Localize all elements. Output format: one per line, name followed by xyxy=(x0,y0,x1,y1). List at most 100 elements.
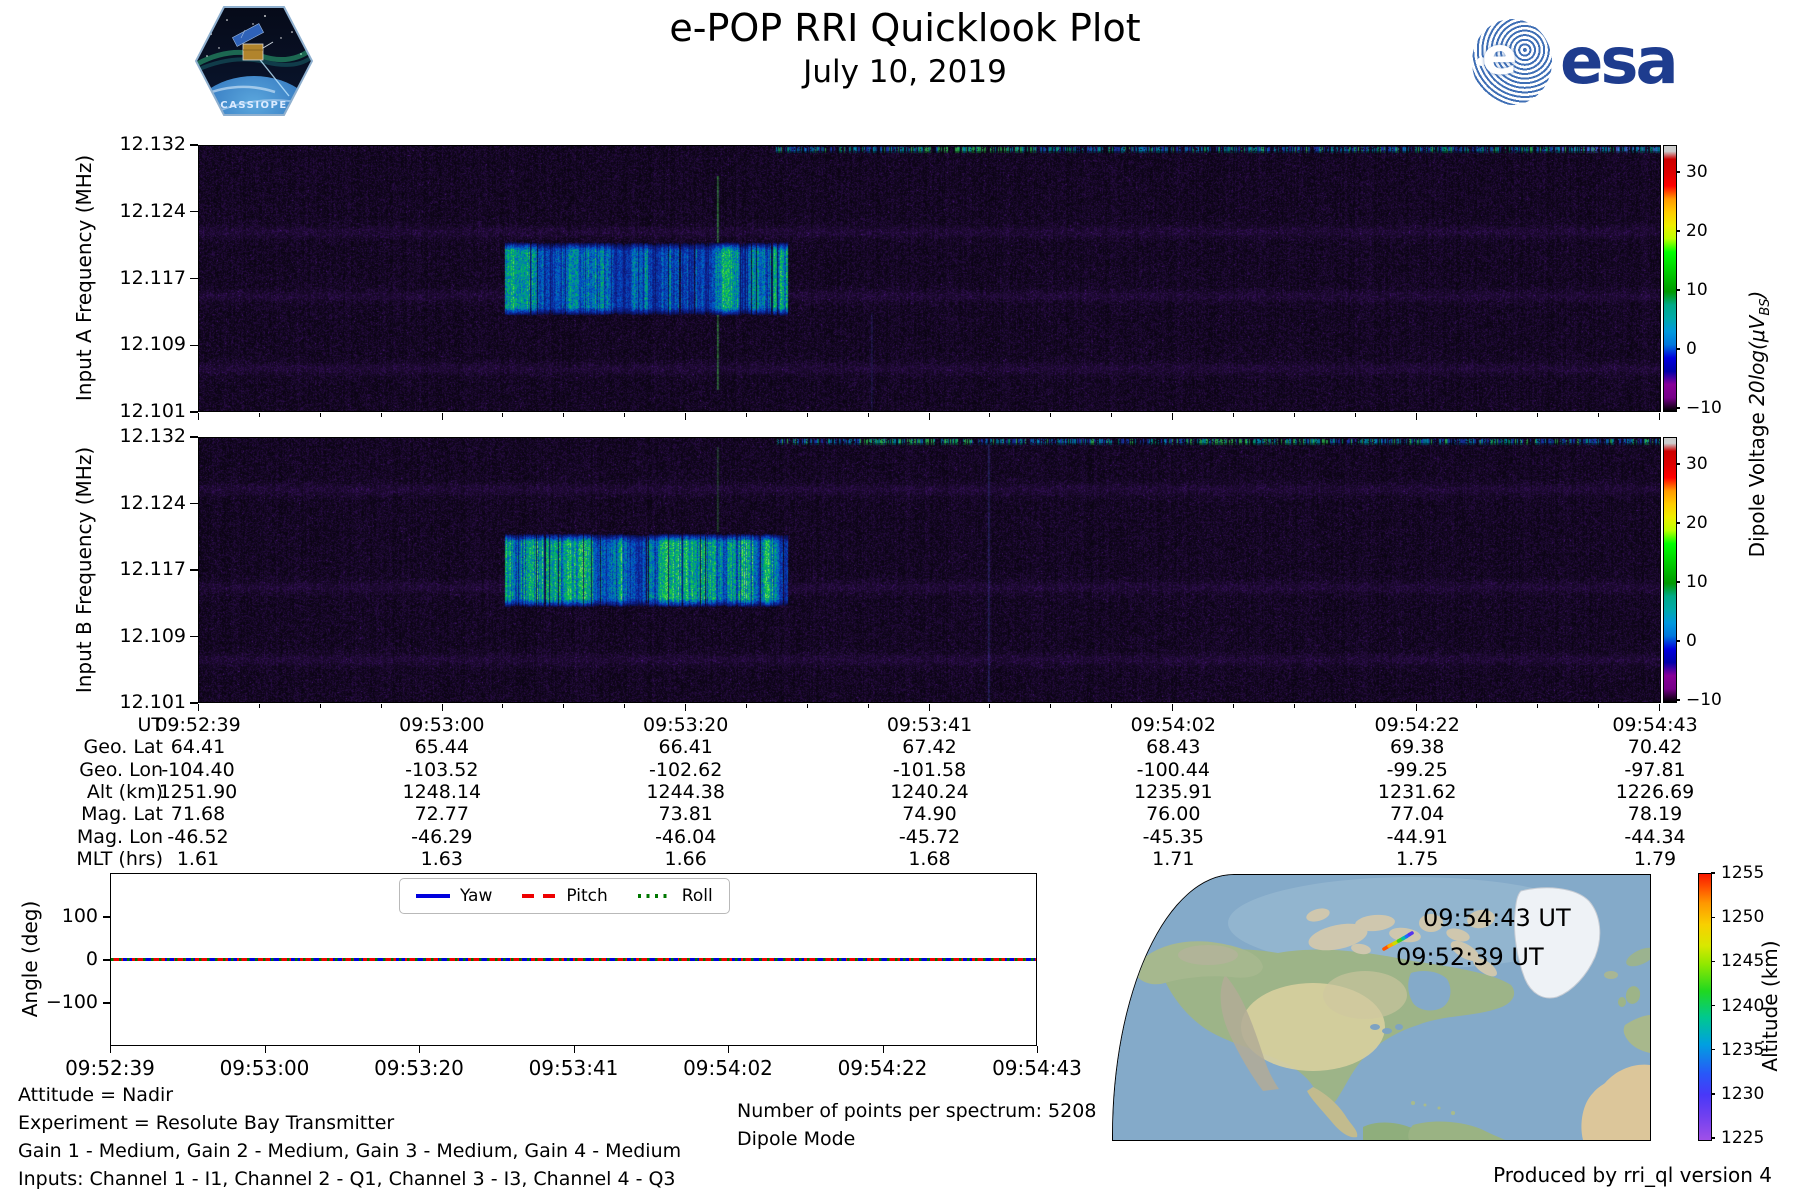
esa-globe-e: e xyxy=(1482,27,1518,87)
ephemeris-value: -99.25 xyxy=(1386,758,1448,781)
ephemeris-value: 1.79 xyxy=(1633,847,1677,870)
time-major-tick xyxy=(1659,704,1661,711)
ephemeris-value: 70.42 xyxy=(1627,736,1683,759)
time-minor-tick xyxy=(319,704,321,708)
ephemeris-value: -101.58 xyxy=(892,758,967,781)
angle-legend: Yaw Pitch Roll xyxy=(399,878,730,914)
spectrogram-input-b-canvas xyxy=(199,438,1660,702)
spectrogram-input-a xyxy=(198,145,1661,412)
time-major-tick xyxy=(441,413,443,420)
dipole-colorbar-label: Dipole Voltage 20log(μVBS) xyxy=(1745,290,1773,558)
colorbar-tick-label: 10 xyxy=(1686,280,1708,300)
patch-mission-name: CASSIOPE xyxy=(220,100,287,111)
ephemeris-value: 1.71 xyxy=(1152,847,1195,870)
time-minor-tick xyxy=(1598,704,1600,708)
time-minor-tick xyxy=(1354,413,1356,417)
altitude-tick-label: 1235 xyxy=(1721,1039,1765,1060)
time-minor-tick xyxy=(258,413,260,417)
ephemeris-value: 09:53:41 xyxy=(886,714,973,736)
altitude-tick-mark xyxy=(1711,960,1715,963)
ephemeris-value: -46.52 xyxy=(167,825,229,848)
angle-x-tick-mark xyxy=(264,1046,266,1053)
freq-tick-label: 12.132 xyxy=(119,425,186,447)
legend-label: Pitch xyxy=(566,886,608,906)
ephemeris-value: -103.52 xyxy=(405,758,479,781)
freq-tick-label: 12.124 xyxy=(119,491,186,514)
map-annotation-start: 09:52:39 UT xyxy=(1396,943,1544,971)
time-minor-tick xyxy=(989,413,991,417)
freq-tick-label: 12.101 xyxy=(119,400,186,422)
quicklook-figure: CASSIOPE e-POP RRI Quicklook Plot July 1… xyxy=(0,0,1800,1200)
freq-tick-mark xyxy=(190,635,198,638)
gains-note: Gain 1 - Medium, Gain 2 - Medium, Gain 3… xyxy=(18,1140,682,1162)
angle-x-tick-mark xyxy=(728,1046,730,1053)
time-minor-tick xyxy=(1232,704,1234,708)
angle-y-tick-mark xyxy=(103,916,110,918)
colorbar-input-b xyxy=(1663,437,1677,703)
colorbar-tick-mark xyxy=(1676,581,1680,583)
altitude-tick-mark xyxy=(1711,1137,1715,1139)
time-major-tick xyxy=(1172,413,1174,420)
ephemeris-value: 76.00 xyxy=(1146,803,1201,826)
time-minor-tick xyxy=(1111,413,1113,417)
time-minor-tick xyxy=(563,413,565,417)
freq-tick-mark xyxy=(190,277,198,280)
ephemeris-value: -100.44 xyxy=(1136,758,1210,781)
freq-tick-mark xyxy=(190,344,198,346)
ephemeris-value: -45.35 xyxy=(1142,825,1204,848)
altitude-tick-label: 1245 xyxy=(1721,951,1765,972)
angle-y-tick-label: −100 xyxy=(45,991,98,1013)
freq-tick-label: 12.109 xyxy=(119,624,186,647)
time-minor-tick xyxy=(745,413,747,417)
ephemeris-value: 71.68 xyxy=(170,803,226,826)
freq-tick-mark xyxy=(190,436,198,438)
time-minor-tick xyxy=(1537,704,1539,708)
ephemeris-value: 69.38 xyxy=(1389,736,1445,759)
ephemeris-value: 73.81 xyxy=(658,803,713,826)
esa-globe-icon: e xyxy=(1472,19,1552,105)
plot-date: July 10, 2019 xyxy=(803,54,1007,90)
altitude-tick-label: 1225 xyxy=(1721,1128,1765,1149)
spectrogram-input-a-canvas xyxy=(199,146,1660,411)
experiment-note: Experiment = Resolute Bay Transmitter xyxy=(18,1112,395,1134)
altitude-tick-mark xyxy=(1711,1093,1715,1095)
ephemeris-value: -102.62 xyxy=(649,758,723,781)
time-minor-tick xyxy=(624,704,626,708)
time-major-tick xyxy=(1415,704,1417,711)
time-minor-tick xyxy=(1050,413,1052,417)
colorbar-tick-label: 30 xyxy=(1686,454,1708,474)
time-minor-tick xyxy=(1354,704,1356,708)
ephemeris-value: 09:54:43 xyxy=(1612,714,1698,736)
time-major-tick xyxy=(198,413,200,420)
legend-label: Yaw xyxy=(460,886,493,906)
ephemeris-value: 1251.90 xyxy=(158,780,238,803)
legend-item-yaw: Yaw xyxy=(416,886,492,906)
colorbar-tick-label: −10 xyxy=(1686,690,1722,710)
spectrogram-input-b xyxy=(198,437,1661,703)
legend-item-roll: Roll xyxy=(637,886,713,906)
freq-tick-mark xyxy=(190,144,198,146)
freq-tick-label: 12.109 xyxy=(119,333,186,356)
esa-wordmark: esa xyxy=(1560,25,1679,99)
ephemeris-value: 67.42 xyxy=(902,736,957,759)
ephemeris-value: -46.29 xyxy=(411,825,473,848)
ephemeris-value: 1.63 xyxy=(420,847,463,870)
time-minor-tick xyxy=(1293,704,1295,708)
esa-logo: e esa xyxy=(1472,16,1732,108)
time-major-tick xyxy=(1415,413,1417,420)
roll-line xyxy=(111,958,1036,961)
ephemeris-value: 74.90 xyxy=(902,803,957,826)
time-major-tick xyxy=(928,413,930,420)
colorbar-tick-mark xyxy=(1676,289,1680,291)
colorbar-input-a xyxy=(1663,145,1677,412)
ephemeris-value: 09:54:02 xyxy=(1130,714,1216,736)
produced-by-credit: Produced by rri_ql version 4 xyxy=(1493,1163,1772,1187)
cassiope-mission-patch: CASSIOPE xyxy=(194,6,314,116)
time-minor-tick xyxy=(867,413,869,417)
time-minor-tick xyxy=(1232,413,1234,417)
colorbar-tick-mark xyxy=(1676,230,1680,232)
dipole-mode-note: Dipole Mode xyxy=(737,1128,856,1150)
ephemeris-value: 1248.14 xyxy=(402,780,482,803)
map-annotation-end: 09:54:43 UT xyxy=(1423,904,1571,932)
colorbar-tick-label: 30 xyxy=(1686,162,1708,182)
